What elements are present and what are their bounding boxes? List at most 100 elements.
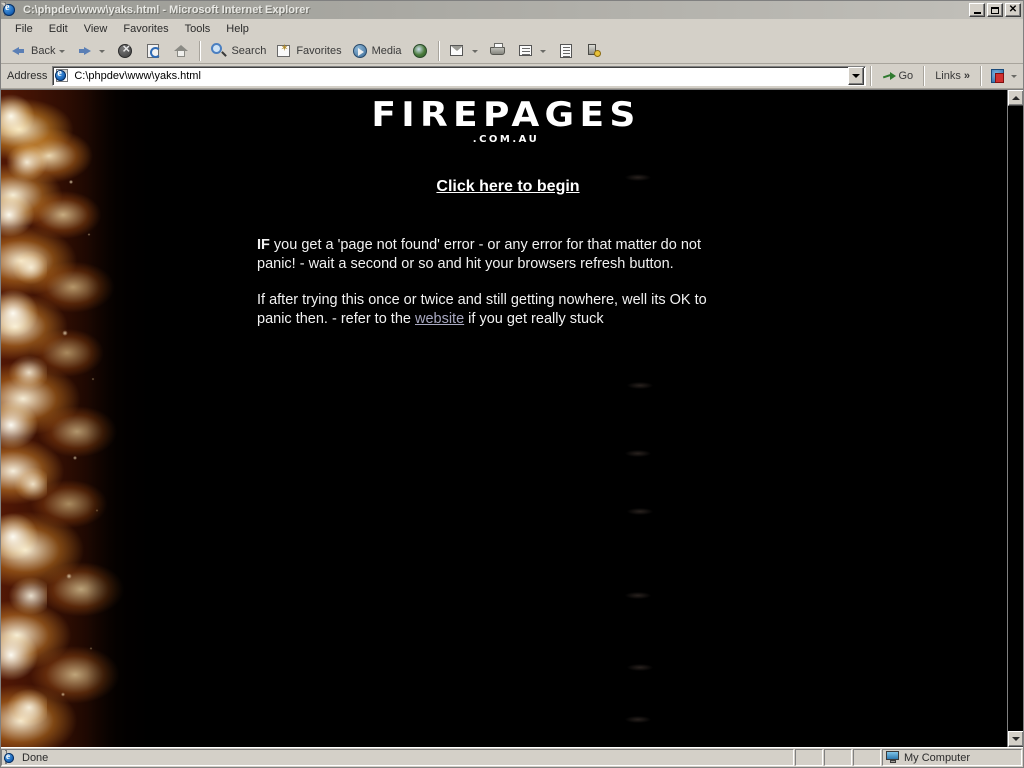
go-arrow-icon bbox=[882, 69, 897, 84]
favorites-button[interactable]: Favorites bbox=[270, 39, 345, 63]
media-icon bbox=[350, 41, 370, 61]
messenger-icon bbox=[584, 41, 604, 61]
address-dropdown-button[interactable] bbox=[847, 67, 864, 85]
paragraph-2-end: if you get really stuck bbox=[464, 311, 604, 327]
scrollbar-track[interactable] bbox=[1008, 106, 1023, 731]
internet-explorer-icon bbox=[3, 1, 19, 18]
pdf-dropdown-icon[interactable] bbox=[1011, 74, 1017, 78]
status-ie-icon bbox=[4, 749, 19, 765]
toolbar-separator-2 bbox=[437, 41, 440, 61]
go-button[interactable]: Go bbox=[876, 64, 920, 88]
standard-toolbar: Back Search Favorites Media bbox=[1, 39, 1023, 64]
messenger-button[interactable] bbox=[580, 39, 608, 63]
document-icon bbox=[556, 41, 576, 61]
status-message-pane: Done bbox=[1, 749, 794, 766]
edit-dropdown-icon[interactable] bbox=[539, 49, 546, 53]
refresh-icon bbox=[143, 41, 163, 61]
menu-item-help[interactable]: Help bbox=[218, 21, 257, 37]
computer-monitor-icon bbox=[886, 751, 900, 764]
menu-item-file[interactable]: File bbox=[7, 21, 41, 37]
refresh-button[interactable] bbox=[139, 39, 167, 63]
back-label: Back bbox=[31, 45, 56, 57]
vertical-scrollbar[interactable] bbox=[1007, 90, 1023, 747]
menu-item-favorites[interactable]: Favorites bbox=[115, 21, 176, 37]
security-zone-pane: My Computer bbox=[882, 749, 1022, 766]
paragraph-1-text: you get a 'page not found' error - or an… bbox=[257, 237, 701, 272]
status-bar: Done My Computer bbox=[1, 747, 1023, 767]
print-button[interactable] bbox=[484, 39, 512, 63]
address-label: Address bbox=[7, 70, 48, 82]
status-text: Done bbox=[22, 751, 49, 764]
close-button[interactable]: ✕ bbox=[1005, 3, 1021, 17]
history-button[interactable] bbox=[406, 39, 434, 63]
links-label: Links bbox=[935, 70, 961, 82]
menu-item-tools[interactable]: Tools bbox=[177, 21, 219, 37]
stop-button[interactable] bbox=[111, 39, 139, 63]
favorites-label: Favorites bbox=[296, 45, 342, 57]
address-bar: Address Go Links » bbox=[1, 64, 1023, 89]
search-label: Search bbox=[231, 45, 267, 57]
media-button[interactable]: Media bbox=[346, 39, 406, 63]
menu-item-view[interactable]: View bbox=[76, 21, 116, 37]
window-title: C:\phpdev\www\yaks.html - Microsoft Inte… bbox=[23, 4, 310, 16]
stop-icon bbox=[115, 41, 135, 61]
browser-content-area: FIREPAGES .COM.AU Click here to begin IF… bbox=[1, 89, 1023, 747]
minimize-button[interactable] bbox=[969, 3, 985, 17]
mail-icon bbox=[448, 41, 468, 61]
menu-item-edit[interactable]: Edit bbox=[41, 21, 76, 37]
browser-window: C:\phpdev\www\yaks.html - Microsoft Inte… bbox=[0, 0, 1024, 768]
scroll-up-button[interactable] bbox=[1008, 90, 1023, 106]
scroll-down-button[interactable] bbox=[1008, 731, 1023, 747]
logo-wordmark: FIREPAGES bbox=[371, 95, 641, 135]
chevron-up-icon bbox=[1012, 96, 1020, 100]
acrobat-toolbar-button[interactable] bbox=[986, 64, 1023, 88]
instructions-text: IF you get a 'page not found' error - or… bbox=[257, 236, 743, 346]
address-field[interactable] bbox=[52, 66, 866, 86]
edit-button[interactable] bbox=[512, 39, 552, 63]
begin-link-container: Click here to begin bbox=[1, 178, 1007, 196]
firepages-logo: FIREPAGES .COM.AU bbox=[346, 98, 666, 145]
website-link[interactable]: website bbox=[415, 311, 464, 327]
click-here-to-begin-link[interactable]: Click here to begin bbox=[436, 178, 579, 195]
paragraph-1-emphasis: IF bbox=[257, 237, 270, 253]
edit-page-icon bbox=[516, 41, 536, 61]
logo-domain-suffix: .COM.AU bbox=[472, 134, 540, 145]
arrow-right-icon bbox=[75, 41, 95, 61]
go-label: Go bbox=[898, 70, 914, 82]
forward-button[interactable] bbox=[71, 39, 111, 63]
printer-icon bbox=[488, 41, 508, 61]
back-button[interactable]: Back bbox=[5, 39, 71, 63]
home-button[interactable] bbox=[167, 39, 195, 63]
forward-dropdown-icon[interactable] bbox=[99, 49, 106, 53]
back-dropdown-icon[interactable] bbox=[59, 49, 66, 53]
links-separator bbox=[923, 66, 926, 86]
toolbar-separator bbox=[199, 41, 202, 61]
history-icon bbox=[410, 41, 430, 61]
window-controls: ✕ bbox=[969, 3, 1021, 17]
search-button[interactable]: Search bbox=[205, 39, 270, 63]
status-pane-4 bbox=[853, 749, 881, 766]
paragraph-2: If after trying this once or twice and s… bbox=[257, 291, 743, 329]
pdf-icon bbox=[990, 68, 1007, 84]
status-pane-2 bbox=[795, 749, 823, 766]
chevron-down-icon bbox=[1012, 737, 1020, 741]
paragraph-1: IF you get a 'page not found' error - or… bbox=[257, 236, 743, 274]
title-bar: C:\phpdev\www\yaks.html - Microsoft Inte… bbox=[1, 1, 1023, 19]
mail-dropdown-icon[interactable] bbox=[471, 49, 478, 53]
pdf-separator bbox=[980, 66, 982, 86]
search-icon bbox=[209, 41, 229, 61]
page-favicon bbox=[55, 68, 71, 84]
mail-button[interactable] bbox=[444, 39, 484, 63]
home-icon bbox=[171, 41, 191, 61]
address-input[interactable] bbox=[74, 68, 848, 84]
favorites-icon bbox=[274, 41, 294, 61]
address-separator bbox=[869, 66, 872, 86]
menu-bar: File Edit View Favorites Tools Help bbox=[1, 19, 1023, 39]
zone-text: My Computer bbox=[904, 751, 971, 764]
discuss-button[interactable] bbox=[552, 39, 580, 63]
chevron-double-right-icon[interactable]: » bbox=[964, 70, 970, 82]
web-page: FIREPAGES .COM.AU Click here to begin IF… bbox=[1, 90, 1007, 747]
media-label: Media bbox=[371, 45, 402, 57]
maximize-button[interactable] bbox=[987, 3, 1003, 17]
links-button[interactable]: Links » bbox=[929, 64, 976, 88]
